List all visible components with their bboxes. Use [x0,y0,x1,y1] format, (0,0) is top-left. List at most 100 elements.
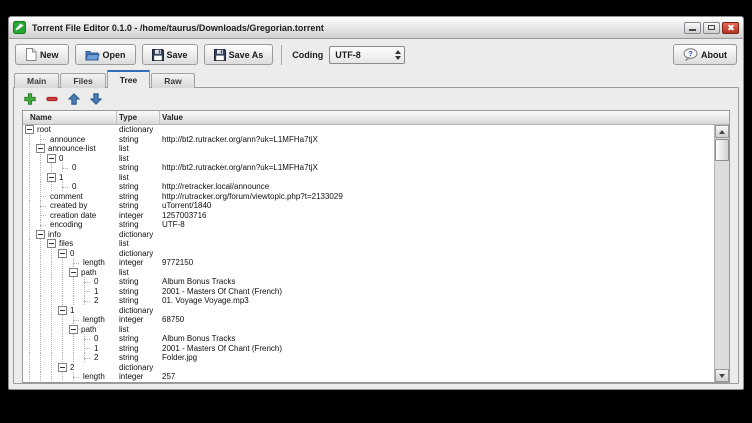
collapse-toggle-icon[interactable] [58,249,67,258]
tree-guide-line [47,287,58,296]
tab-tree[interactable]: Tree [107,70,151,88]
collapse-toggle-icon[interactable] [36,144,45,153]
tree-cell-name: encoding [23,220,117,229]
tree-row[interactable]: encodingstringUTF-8 [23,220,714,230]
add-item-button[interactable] [23,93,36,106]
collapse-toggle-icon[interactable] [36,230,45,239]
plus-icon [24,93,36,105]
tree-row[interactable]: 0dictionary [23,249,714,259]
tree-guide-line [47,277,58,286]
branch-line [58,163,69,172]
tree-row[interactable]: commentstringhttp://rutracker.org/forum/… [23,192,714,202]
maximize-button[interactable] [703,22,720,34]
collapse-toggle-icon[interactable] [69,325,78,334]
scroll-down-icon [719,374,725,378]
tree-row[interactable]: lengthinteger9772150 [23,258,714,268]
tree-cell-value: 2001 - Masters Of Chant (French) [160,344,714,353]
scroll-down-button[interactable] [715,369,729,382]
tree-cell-value: Folder.jpg [160,353,714,362]
tab-main[interactable]: Main [14,73,59,88]
combo-spinner-icon [391,47,404,63]
remove-item-button[interactable] [45,93,58,106]
tree-cell-type: string [117,201,160,210]
tree-row[interactable]: 2string01. Voyage Voyage.mp3 [23,296,714,306]
tree-row[interactable]: 2dictionary [23,363,714,373]
vertical-scrollbar[interactable] [714,125,729,382]
save-as-button[interactable]: Save As [204,44,274,65]
tree-cell-name: info [23,230,117,239]
tree-row[interactable]: creation dateinteger1257003716 [23,211,714,221]
tree-cell-value: 9772150 [160,258,714,267]
collapse-toggle-icon[interactable] [58,306,67,315]
tree-guide-line [25,258,36,267]
titlebar[interactable]: Torrent File Editor 0.1.0 - /home/taurus… [9,17,743,39]
move-down-button[interactable] [89,93,102,106]
tree-row[interactable]: 0stringhttp://bt2.rutracker.org/ann?uk=L… [23,163,714,173]
tree-node-label: path [81,268,97,277]
tree-cell-value: Album Bonus Tracks [160,277,714,286]
column-header-name[interactable]: Name [23,111,117,124]
tree-row[interactable]: lengthinteger68750 [23,315,714,325]
collapse-toggle-icon[interactable] [25,125,34,134]
branch-line [36,211,47,220]
collapse-toggle-icon[interactable] [47,154,56,163]
tab-raw[interactable]: Raw [151,73,194,88]
tree-row[interactable]: lengthinteger257 [23,372,714,382]
tree-cell-name: length [23,315,117,324]
tree-cell-type: list [117,268,160,277]
tree-row[interactable]: 1string2001 - Masters Of Chant (French) [23,344,714,354]
collapse-toggle-icon[interactable] [58,363,67,372]
move-up-button[interactable] [67,93,80,106]
tree-row[interactable]: rootdictionary [23,125,714,135]
tree-cell-type: integer [117,211,160,220]
tree-row[interactable]: 0stringAlbum Bonus Tracks [23,334,714,344]
save-button[interactable]: Save [142,44,198,65]
tree-row[interactable]: 0stringhttp://retracker.local/announce [23,182,714,192]
branch-line [69,258,80,267]
branch-line [36,201,47,210]
close-button[interactable] [722,22,739,34]
minus-icon [46,93,58,105]
new-button[interactable]: New [15,44,69,65]
tree-cell-type: string [117,182,160,191]
tree-node-label: length [83,372,105,381]
tree-node-label: 1 [70,306,74,315]
tree-row[interactable]: infodictionary [23,230,714,240]
save-button-label: Save [167,50,188,60]
tree-guide-line [47,249,58,258]
tree-node-label: 0 [72,163,76,172]
column-header-value[interactable]: Value [160,111,729,124]
coding-select[interactable]: UTF-8 [329,46,405,64]
tree-row[interactable]: path list [23,268,714,278]
tree-guide-line [25,135,36,144]
tab-files[interactable]: Files [60,73,105,88]
tree-row[interactable]: 1dictionary [23,306,714,316]
column-header-type[interactable]: Type [117,111,160,124]
collapse-toggle-icon[interactable] [47,173,56,182]
tree-cell-type: list [117,144,160,153]
scrollbar-thumb[interactable] [715,139,729,161]
tree-row[interactable]: created bystringuTorrent/1840 [23,201,714,211]
tree-row[interactable]: 1string2001 - Masters Of Chant (French) [23,287,714,297]
tree-guide-line [47,372,58,381]
collapse-toggle-icon[interactable] [69,268,78,277]
tree-row[interactable]: announce-listlist [23,144,714,154]
tree-row[interactable]: pathlist [23,325,714,335]
tree-row[interactable]: 0stringAlbum Bonus Tracks [23,277,714,287]
tree-row[interactable]: 2stringFolder.jpg [23,353,714,363]
new-button-label: New [40,50,59,60]
tree-guide-line [69,353,80,362]
about-button[interactable]: ? About [673,44,737,65]
tree-row[interactable]: 1list [23,173,714,183]
svg-text:?: ? [688,49,693,58]
scroll-up-button[interactable] [715,125,729,138]
tree-cell-type: dictionary [117,125,160,134]
open-button[interactable]: Open [75,44,136,65]
tree-row[interactable]: fileslist [23,239,714,249]
tree-row[interactable]: 0list [23,154,714,164]
collapse-toggle-icon[interactable] [47,239,56,248]
tree-cell-name: root [23,125,117,134]
tree-row[interactable]: announcestringhttp://bt2.rutracker.org/a… [23,135,714,145]
minimize-button[interactable] [684,22,701,34]
tree-body: rootdictionaryannouncestringhttp://bt2.r… [23,125,714,382]
